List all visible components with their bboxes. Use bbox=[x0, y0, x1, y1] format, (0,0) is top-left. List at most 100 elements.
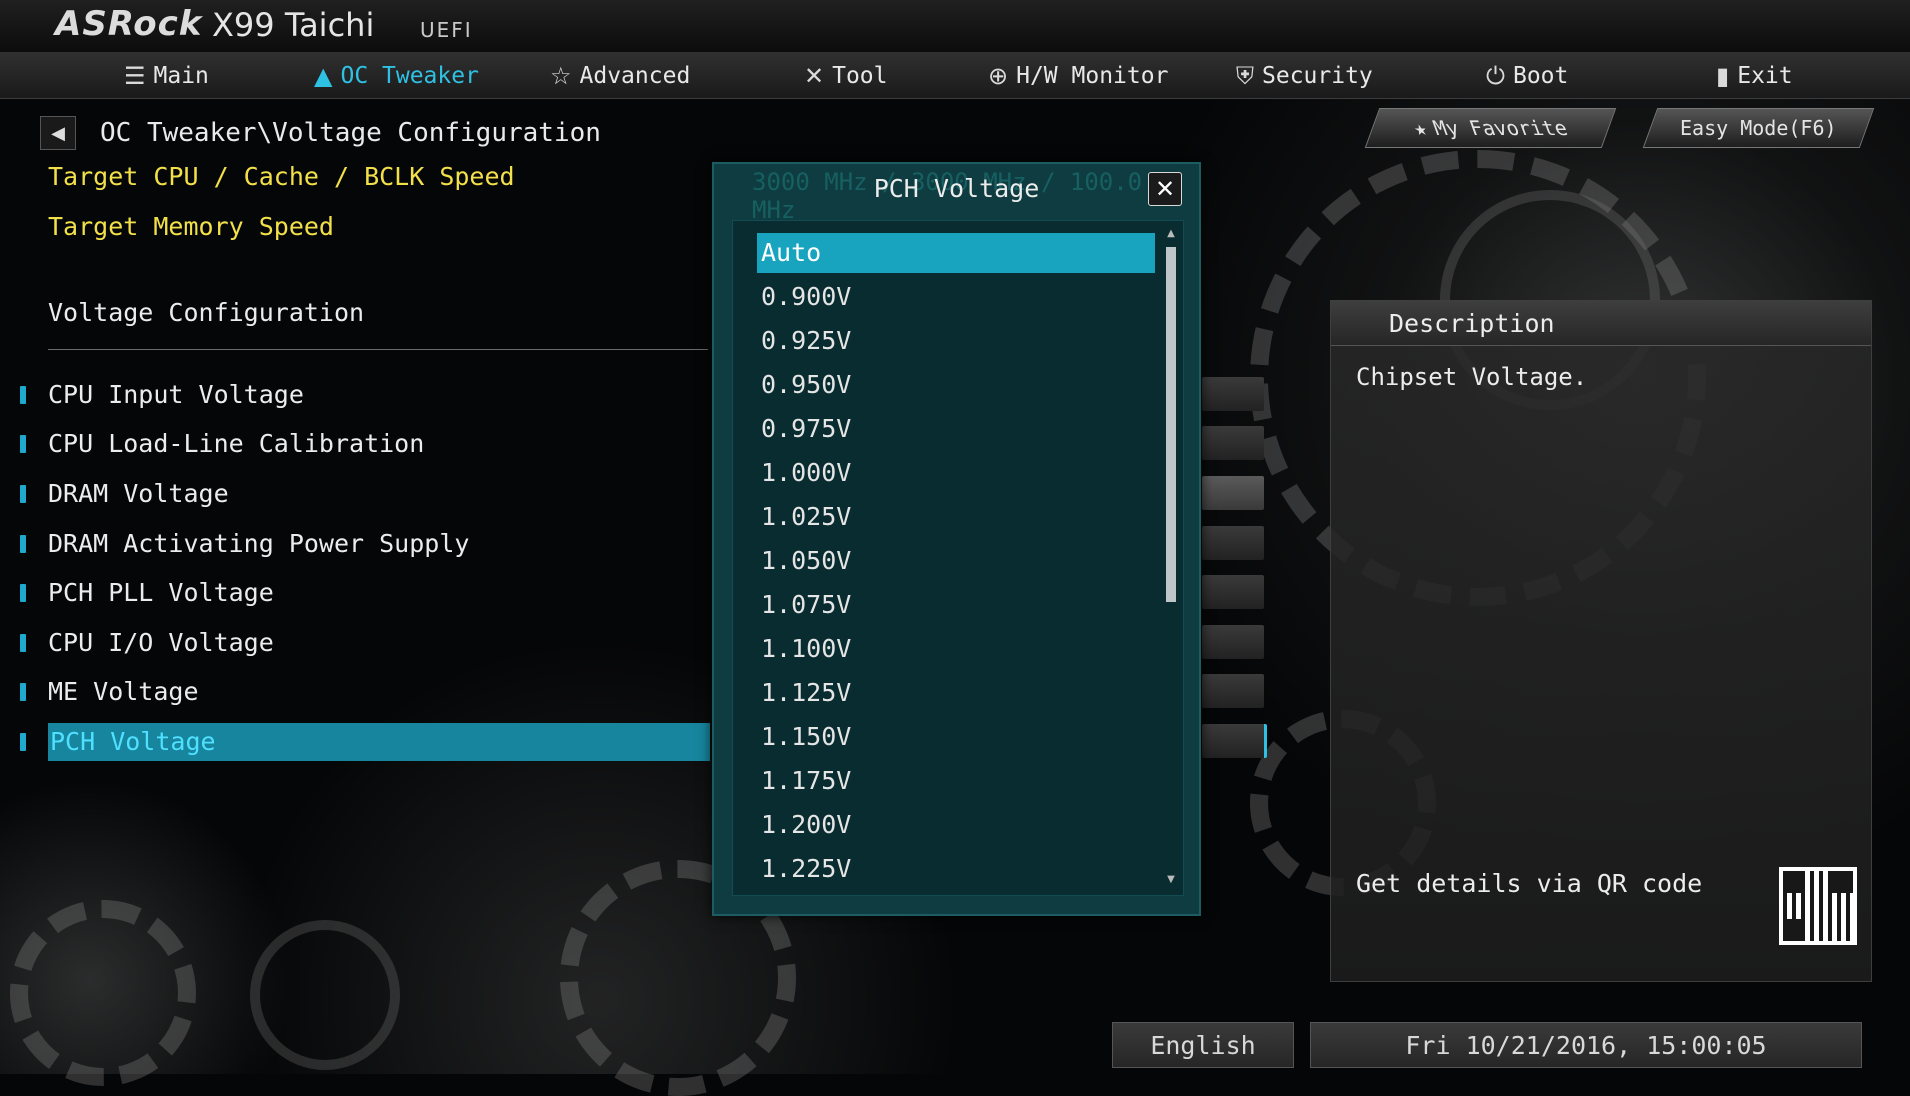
tab-boot[interactable]: ⏻ Boot bbox=[1486, 60, 1568, 92]
my-favorite-button[interactable]: ★ My Favorite bbox=[1364, 108, 1617, 148]
menu-item-label: ME Voltage bbox=[48, 677, 199, 706]
tab-label: Boot bbox=[1512, 63, 1569, 89]
option-item[interactable]: 0.975V bbox=[757, 409, 1155, 449]
menu-item-cpu-llc[interactable]: CPU Load-Line Calibration bbox=[20, 425, 710, 463]
tools-icon: ✕ bbox=[804, 62, 825, 90]
menu-item-cpu-io-voltage[interactable]: CPU I/O Voltage bbox=[20, 624, 710, 662]
menu-item-label: PCH PLL Voltage bbox=[48, 578, 274, 607]
menu-item-pch-voltage[interactable]: PCH Voltage bbox=[20, 723, 710, 761]
option-item[interactable]: 0.900V bbox=[757, 277, 1155, 317]
tab-label: Tool bbox=[832, 63, 888, 89]
scrollbar-thumb[interactable] bbox=[1166, 247, 1176, 602]
option-item[interactable]: 0.950V bbox=[757, 365, 1155, 405]
description-title: Description bbox=[1389, 309, 1555, 338]
menu-item-label: DRAM Activating Power Supply bbox=[48, 529, 470, 558]
menu-item-pch-pll-voltage[interactable]: PCH PLL Voltage bbox=[20, 574, 710, 612]
scrollbar[interactable]: ▲ ▼ bbox=[1165, 227, 1177, 887]
gear-decoration bbox=[10, 900, 196, 1086]
language-selector[interactable]: English bbox=[1112, 1022, 1294, 1068]
divider bbox=[48, 349, 708, 350]
qr-label: Get details via QR code bbox=[1356, 869, 1703, 898]
option-item[interactable]: 1.125V bbox=[757, 673, 1155, 713]
breadcrumb: OC Tweaker\Voltage Configuration bbox=[100, 118, 601, 148]
option-item[interactable]: 1.025V bbox=[757, 497, 1155, 537]
tab-label: H/W Monitor bbox=[1016, 63, 1169, 89]
star-icon: ☆ bbox=[550, 62, 572, 90]
datetime-display: Fri 10/21/2016, 15:00:05 bbox=[1310, 1022, 1862, 1068]
back-button[interactable]: ◀ bbox=[40, 116, 76, 150]
menu-item-dram-voltage[interactable]: DRAM Voltage bbox=[20, 475, 710, 513]
target-cpu-label: Target CPU / Cache / BCLK Speed bbox=[48, 162, 515, 191]
item-marker bbox=[20, 683, 26, 701]
value-box[interactable] bbox=[1202, 476, 1264, 510]
tab-bar: ☰ Main ▲ OC Tweaker ☆ Advanced ✕ Tool ⊕ … bbox=[0, 52, 1910, 99]
value-box[interactable] bbox=[1202, 526, 1264, 560]
tab-tool[interactable]: ✕ Tool bbox=[804, 60, 888, 92]
value-box[interactable] bbox=[1202, 625, 1264, 659]
option-item[interactable]: 1.150V bbox=[757, 717, 1155, 757]
value-box[interactable] bbox=[1202, 377, 1264, 411]
arrow-left-icon: ◀ bbox=[51, 122, 65, 144]
tab-label: Exit bbox=[1737, 63, 1793, 89]
option-item[interactable]: 0.925V bbox=[757, 321, 1155, 361]
crosshair-icon: ⊕ bbox=[988, 62, 1009, 90]
scroll-up-icon[interactable]: ▲ bbox=[1165, 227, 1177, 241]
value-box[interactable] bbox=[1202, 426, 1264, 460]
rocket-icon: ▲ bbox=[314, 62, 333, 90]
value-box[interactable] bbox=[1202, 674, 1264, 708]
option-item[interactable]: 1.075V bbox=[757, 585, 1155, 625]
value-box[interactable] bbox=[1202, 724, 1267, 758]
tab-hw-monitor[interactable]: ⊕ H/W Monitor bbox=[988, 60, 1168, 92]
item-marker bbox=[20, 485, 26, 503]
close-button[interactable]: ✕ bbox=[1148, 172, 1182, 206]
close-x-icon: ✕ bbox=[1154, 175, 1176, 203]
easy-mode-label: Easy Mode(F6) bbox=[1680, 116, 1837, 140]
option-item[interactable]: 1.225V bbox=[757, 849, 1155, 889]
item-marker bbox=[20, 733, 26, 751]
tab-label: OC Tweaker bbox=[340, 63, 479, 89]
star-icon: ★ bbox=[1409, 116, 1431, 140]
list-icon: ☰ bbox=[124, 62, 146, 90]
menu-item-label: PCH Voltage bbox=[48, 723, 710, 761]
tab-label: Advanced bbox=[579, 63, 691, 89]
menu-item-cpu-input-voltage[interactable]: CPU Input Voltage bbox=[20, 376, 710, 414]
model-name: X99 Taichi bbox=[212, 6, 375, 44]
tab-label: Security bbox=[1262, 63, 1373, 89]
menu-item-dram-activating-power[interactable]: DRAM Activating Power Supply bbox=[20, 525, 710, 563]
section-title: Voltage Configuration bbox=[48, 298, 365, 327]
modal-title: PCH Voltage bbox=[873, 174, 1040, 203]
exit-door-icon: ▮ bbox=[1716, 62, 1730, 90]
tab-security[interactable]: ⛨ Security bbox=[1236, 60, 1373, 92]
option-item[interactable]: 1.200V bbox=[757, 805, 1155, 845]
menu-item-label: CPU I/O Voltage bbox=[48, 628, 274, 657]
brand-logo: ASRock bbox=[55, 4, 203, 44]
brand-bar: ASRock X99 Taichi UEFI bbox=[0, 0, 1910, 52]
tab-oc-tweaker[interactable]: ▲ OC Tweaker bbox=[314, 60, 479, 92]
scroll-down-icon[interactable]: ▼ bbox=[1165, 873, 1177, 887]
pch-voltage-dialog: 3000 MHz / 3000 MHz / 100.0 MHz PCH Volt… bbox=[712, 162, 1201, 916]
option-item[interactable]: Auto bbox=[757, 233, 1155, 273]
shield-icon: ⛨ bbox=[1236, 62, 1254, 90]
menu-item-label: CPU Input Voltage bbox=[48, 380, 304, 409]
easy-mode-button[interactable]: Easy Mode(F6) bbox=[1642, 108, 1875, 148]
power-icon: ⏻ bbox=[1486, 62, 1505, 90]
item-marker bbox=[20, 535, 26, 553]
option-item[interactable]: 1.100V bbox=[757, 629, 1155, 669]
tab-main[interactable]: ☰ Main bbox=[124, 60, 209, 92]
description-text: Chipset Voltage. bbox=[1356, 363, 1588, 391]
menu-item-label: CPU Load-Line Calibration bbox=[48, 429, 425, 458]
description-header: Description bbox=[1331, 301, 1871, 346]
tab-advanced[interactable]: ☆ Advanced bbox=[550, 60, 690, 92]
menu-item-me-voltage[interactable]: ME Voltage bbox=[20, 673, 710, 711]
qr-code-icon[interactable] bbox=[1779, 867, 1857, 945]
target-memory-label: Target Memory Speed bbox=[48, 212, 334, 241]
item-marker bbox=[20, 386, 26, 404]
option-item[interactable]: 1.050V bbox=[757, 541, 1155, 581]
tab-exit[interactable]: ▮ Exit bbox=[1716, 60, 1793, 92]
option-item[interactable]: 1.175V bbox=[757, 761, 1155, 801]
value-box[interactable] bbox=[1202, 575, 1264, 609]
menu-item-label: DRAM Voltage bbox=[48, 479, 229, 508]
tab-label: Main bbox=[153, 63, 209, 89]
favorite-label: My Favorite bbox=[1429, 116, 1572, 140]
option-item[interactable]: 1.000V bbox=[757, 453, 1155, 493]
